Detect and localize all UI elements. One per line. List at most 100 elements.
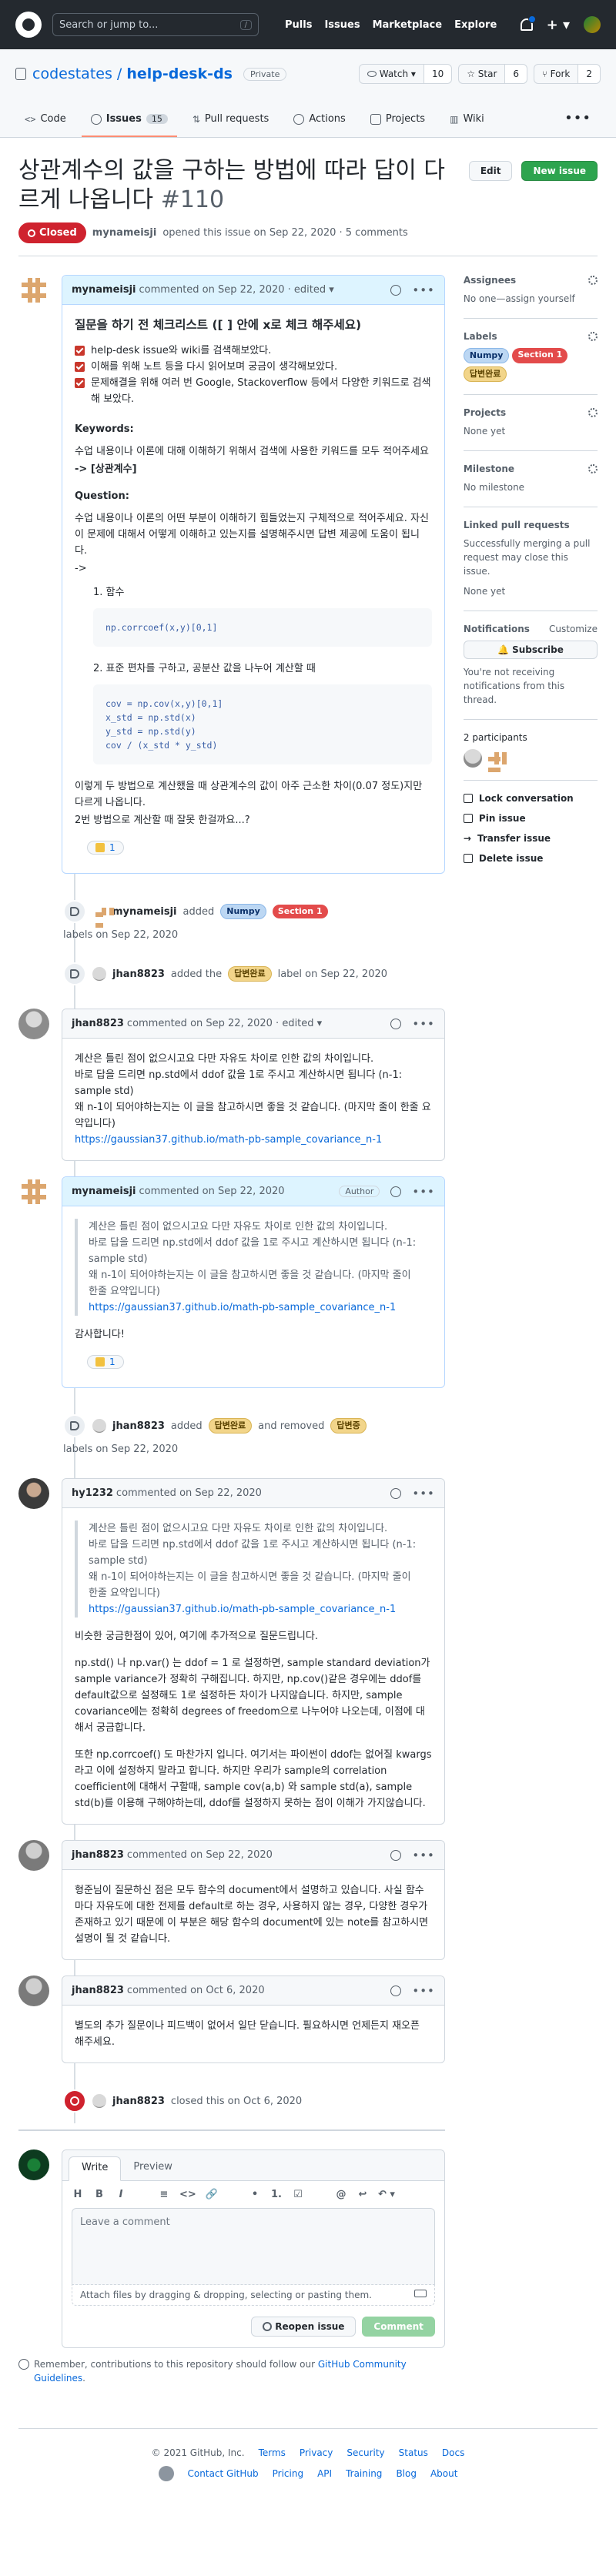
nav-issues[interactable]: Issues [324, 19, 360, 31]
footer-link-pricing[interactable]: Pricing [273, 2468, 303, 2479]
code-icon[interactable]: <> [179, 2189, 196, 2200]
comment-author[interactable]: hy1232 [72, 1487, 113, 1499]
footer-link-privacy[interactable]: Privacy [300, 2447, 333, 2458]
transfer-issue-action[interactable]: → Transfer issue [464, 833, 598, 844]
footer-link-blog[interactable]: Blog [396, 2468, 417, 2479]
fork-button[interactable]: ⑂ Fork 2 [534, 64, 601, 84]
comment-options-kebab-icon[interactable]: ••• [412, 1185, 435, 1199]
italic-icon[interactable]: I [115, 2189, 127, 2200]
add-reaction-icon[interactable] [390, 284, 402, 296]
more-tabs-kebab-icon[interactable]: ••• [555, 110, 601, 137]
projects-gear-icon[interactable] [588, 408, 598, 417]
nav-pulls[interactable]: Pulls [285, 19, 312, 31]
repo-owner-link[interactable]: codestates [32, 65, 112, 82]
footer-link-status[interactable]: Status [399, 2447, 428, 2458]
reference-link[interactable]: https://gaussian37.github.io/math-pb-sam… [75, 1134, 382, 1146]
nav-marketplace[interactable]: Marketplace [373, 19, 443, 31]
user-avatar-menu[interactable] [584, 16, 601, 33]
task-list-icon[interactable]: ☑ [292, 2189, 304, 2200]
thumbs-up-reaction[interactable]: 1 [87, 1355, 124, 1369]
footer-link-api[interactable]: API [317, 2468, 332, 2479]
comment-options-kebab-icon[interactable]: ••• [412, 1984, 435, 1998]
label-numpy[interactable]: Numpy [463, 348, 510, 363]
event-actor[interactable]: jhan8823 [112, 969, 165, 980]
pin-issue-action[interactable]: Pin issue [463, 813, 598, 824]
link-icon[interactable]: 🔗 [206, 2189, 218, 2200]
comment-meta[interactable]: commented on Sep 22, 2020 [127, 1849, 273, 1861]
avatar[interactable] [18, 1975, 49, 2006]
avatar[interactable] [92, 967, 106, 981]
comment-meta[interactable]: commented on Sep 22, 2020 · edited ▾ [139, 284, 334, 296]
participant-avatar[interactable] [484, 749, 504, 768]
comment-author[interactable]: jhan8823 [72, 1018, 124, 1029]
avatar[interactable] [18, 1009, 49, 1039]
quote-icon[interactable]: ≡ [158, 2189, 170, 2200]
tab-preview[interactable]: Preview [121, 2156, 185, 2180]
comment-meta[interactable]: commented on Sep 22, 2020 · edited ▾ [127, 1018, 322, 1029]
heading-icon[interactable]: H [72, 2189, 84, 2200]
avatar[interactable] [18, 1176, 49, 1207]
reference-icon[interactable]: ↩ [357, 2189, 369, 2200]
add-reaction-icon[interactable] [390, 1849, 402, 1861]
tab-projects[interactable]: Projects [361, 113, 434, 137]
comment-options-kebab-icon[interactable]: ••• [412, 1487, 435, 1500]
watch-count[interactable]: 10 [424, 65, 452, 83]
add-reaction-icon[interactable] [390, 1186, 402, 1197]
avatar[interactable] [92, 1419, 106, 1433]
footer-link-docs[interactable]: Docs [442, 2447, 464, 2458]
reopen-issue-button[interactable]: Reopen issue [251, 2317, 357, 2337]
assignees-value[interactable]: No one—assign yourself [464, 292, 598, 306]
tab-actions[interactable]: Actions [284, 113, 355, 137]
fork-count[interactable]: 2 [578, 65, 600, 83]
attach-files-area[interactable]: Attach files by dragging & dropping, sel… [72, 2285, 435, 2306]
edit-title-button[interactable]: Edit [468, 161, 513, 181]
avatar[interactable] [18, 275, 49, 306]
add-reaction-icon[interactable] [390, 1018, 402, 1029]
label-answered[interactable]: 답변완료 [208, 1418, 253, 1434]
add-reaction-icon[interactable] [390, 1985, 402, 1996]
footer-link-training[interactable]: Training [346, 2468, 382, 2479]
comment-textarea[interactable]: Leave a comment [72, 2208, 435, 2285]
avatar[interactable] [92, 2094, 106, 2108]
saved-replies-icon[interactable]: ↶ ▾ [378, 2189, 395, 2200]
tab-issues[interactable]: Issues 15 [81, 113, 177, 137]
comment-options-kebab-icon[interactable]: ••• [412, 1017, 435, 1031]
label-section-1[interactable]: Section 1 [272, 905, 328, 918]
github-footer-logo-icon[interactable] [158, 2466, 174, 2481]
avatar[interactable] [92, 905, 106, 918]
comment-author[interactable]: jhan8823 [72, 1849, 124, 1861]
search-input[interactable]: Search or jump to... / [52, 13, 259, 36]
nav-explore[interactable]: Explore [454, 19, 497, 31]
numbered-list-icon[interactable]: 1. [270, 2189, 283, 2200]
labels-gear-icon[interactable] [588, 332, 598, 341]
repo-name-link[interactable]: help-desk-ds [126, 65, 233, 82]
comment-options-kebab-icon[interactable]: ••• [412, 283, 435, 297]
customize-notifications-link[interactable]: Customize [549, 624, 598, 634]
notifications-bell-icon[interactable] [520, 15, 536, 31]
github-logo-icon[interactable] [15, 12, 42, 38]
reference-link[interactable]: https://gaussian37.github.io/math-pb-sam… [89, 1302, 396, 1313]
delete-issue-action[interactable]: Delete issue [463, 853, 598, 864]
avatar[interactable] [18, 1840, 49, 1871]
star-button[interactable]: ☆ Star 6 [458, 64, 528, 84]
tab-write[interactable]: Write [69, 2156, 122, 2181]
subscribe-button[interactable]: 🔔 Subscribe [463, 641, 598, 659]
event-actor[interactable]: mynameisji [112, 906, 177, 918]
footer-link-about[interactable]: About [430, 2468, 457, 2479]
reference-link[interactable]: https://gaussian37.github.io/math-pb-sam… [89, 1604, 396, 1615]
tab-pull-requests[interactable]: ⇅ Pull requests [183, 113, 278, 137]
issue-author-link[interactable]: mynameisji [92, 227, 157, 239]
footer-link-terms[interactable]: Terms [259, 2447, 286, 2458]
mention-icon[interactable]: @ [335, 2189, 347, 2200]
comment-author[interactable]: jhan8823 [72, 1985, 124, 1996]
comment-meta[interactable]: commented on Sep 22, 2020 [116, 1487, 262, 1499]
milestone-gear-icon[interactable] [588, 464, 598, 473]
comment-meta[interactable]: commented on Sep 22, 2020 [139, 1186, 285, 1197]
participant-avatar[interactable] [463, 749, 482, 768]
comment-options-kebab-icon[interactable]: ••• [412, 1848, 435, 1862]
comment-button[interactable]: Comment [362, 2317, 435, 2337]
create-new-dropdown[interactable]: + ▾ [547, 17, 570, 33]
assignees-gear-icon[interactable] [588, 276, 598, 285]
label-answering[interactable]: 답변중 [330, 1418, 367, 1434]
label-numpy[interactable]: Numpy [220, 904, 266, 919]
